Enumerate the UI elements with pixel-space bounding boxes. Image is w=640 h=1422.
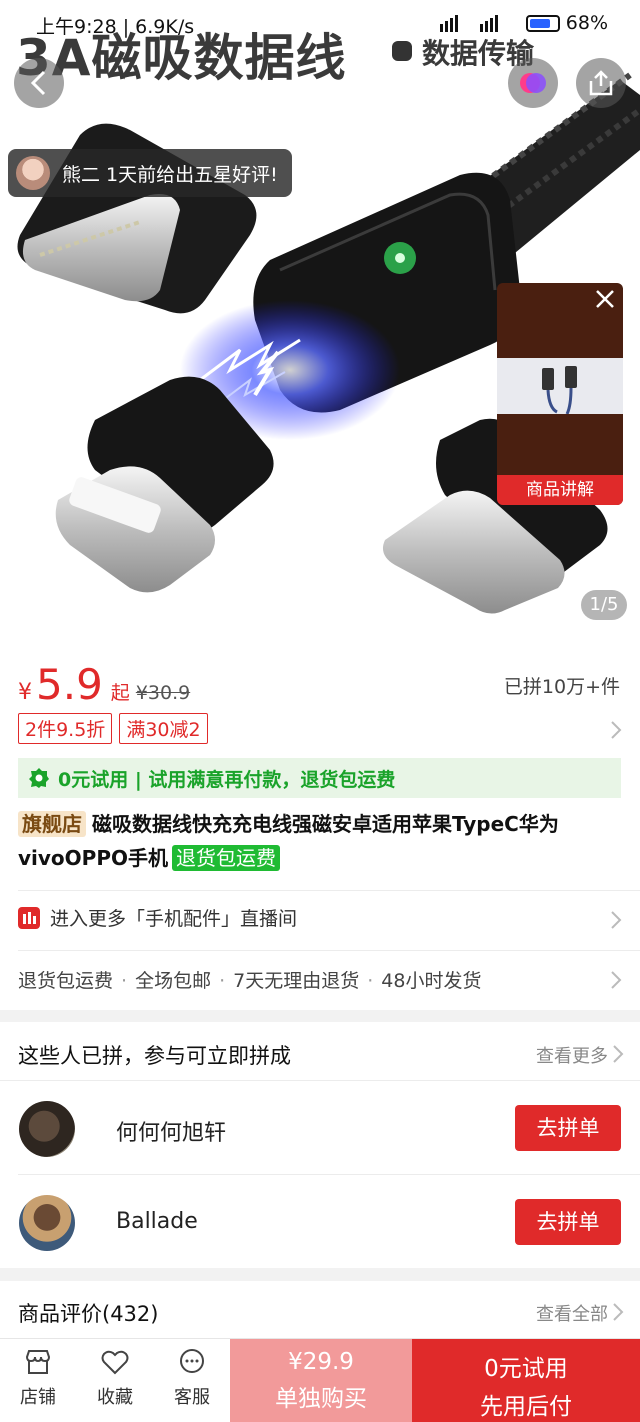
battery-icon [525,14,560,32]
favorite-label: 收藏 [97,1387,133,1408]
divider [18,1174,640,1175]
review-section[interactable]: 商品评价(432) 查看全部 [0,1281,640,1341]
video-thumbnail [497,358,623,415]
back-button[interactable] [14,58,64,108]
group-user-name: 何何何旭轩 [116,1121,227,1146]
status-right: 68% [439,12,608,34]
product-info-card: ¥ 5.9 起 ¥30.9 已拼10万+件 2件9.5折 满30减2 0元试用 … [0,640,640,1010]
discount-tags[interactable]: 2件9.5折 满30减2 [18,713,208,744]
status-bar: 上午9:28 | 6.9K/s 68% [0,12,640,42]
store-icon [25,1350,51,1374]
shop-button[interactable]: 店铺 [8,1347,68,1409]
customer-service-label: 客服 [174,1387,210,1408]
chevron-right-icon[interactable] [610,970,622,990]
heart-icon [101,1350,129,1375]
free-trial-label: 0元试用 [484,1356,568,1382]
chevron-left-icon [30,70,46,96]
view-all-reviews-link[interactable]: 查看全部 [536,1300,608,1326]
divider [18,950,640,951]
live-icon [18,906,40,929]
view-all-text: 查看全部 [536,1304,608,1325]
product-image-gallery[interactable]: 3A磁吸数据线 数据传输 上午9:28 | 6.9K/s 68% 熊二 1天前给… [0,0,640,640]
avatar [19,1195,75,1251]
avatar [19,1101,75,1157]
service-item: 48小时发货 [381,970,482,992]
free-return-tag: 退货包运费 [172,845,280,871]
badge-icon [29,768,49,788]
chevron-right-icon[interactable] [610,910,622,930]
live-room-link[interactable]: 进入更多「手机配件」直播间 [18,904,297,931]
group-row: Ballade 去拼单 [0,1176,640,1270]
free-trial-button[interactable]: 0元试用 先用后付 [412,1339,640,1422]
shop-label: 店铺 [20,1387,56,1408]
group-heading: 这些人已拼，参与可立即拼成 [18,1044,291,1068]
close-icon[interactable] [593,287,617,311]
product-title: 旗舰店 磁吸数据线快充充电线强磁安卓适用苹果TypeC华为vivoOPPO手机 退货… [18,807,624,875]
discount-tag[interactable]: 2件9.5折 [18,713,113,744]
group-user-name: Ballade [116,1209,198,1234]
video-label: 商品讲解 [497,475,623,505]
chevron-right-icon[interactable] [612,1044,624,1064]
assistant-button[interactable] [508,58,558,108]
share-icon [589,70,613,96]
review-heading: 商品评价(432) [18,1302,159,1326]
divider [18,890,640,891]
review-toast: 熊二 1天前给出五星好评! [8,149,292,197]
chevron-right-icon[interactable] [610,720,622,740]
free-trial-banner[interactable]: 0元试用 | 试用满意再付款，退货包运费 [18,758,621,798]
bullet-icon [392,41,412,61]
view-more-text: 查看更多 [536,1046,608,1067]
join-group-button[interactable]: 去拼单 [515,1199,621,1245]
service-guarantees[interactable]: 退货包运费 · 全场包邮 · 7天无理由退货 · 48小时发货 [18,966,481,993]
chat-icon [180,1349,204,1373]
customer-service-button[interactable]: 客服 [162,1347,222,1409]
review-toast-text: 熊二 1天前给出五星好评! [62,163,278,186]
bottom-action-bar: 店铺 收藏 客服 ¥29.9 单独购买 0元试用 先用后付 [0,1338,640,1422]
battery-level: 68% [565,12,608,34]
service-item: 7天无理由退货 [233,970,360,992]
price-value: 5.9 [36,660,103,709]
group-row: 何何何旭轩 去拼单 [0,1082,640,1176]
join-group-button[interactable]: 去拼单 [515,1105,621,1151]
group-buy-section: 这些人已拼，参与可立即拼成 查看更多 何何何旭轩 去拼单 Ballade 去拼单 [0,1022,640,1268]
view-more-link[interactable]: 查看更多 [536,1042,608,1068]
cable-thumbnail [542,366,577,415]
assistant-icon [520,73,546,93]
reviewer-avatar [16,156,50,190]
flagship-tag: 旗舰店 [18,811,86,837]
original-price: ¥30.9 [135,682,191,704]
video-explainer[interactable]: 商品讲解 [497,283,623,505]
sold-count: 已拼10万+件 [503,676,620,698]
page-indicator: 1/5 [581,590,627,620]
status-time-text: 上午9:28 [36,16,117,38]
service-item: 全场包邮 [135,970,212,992]
favorite-button[interactable]: 收藏 [85,1347,145,1409]
product-title-text: 磁吸数据线快充充电线强磁安卓适用苹果TypeC华为vivoOPPO手机 [18,812,559,870]
free-trial-text: 0元试用 | 试用满意再付款，退货包运费 [58,768,396,791]
buy-alone-button[interactable]: ¥29.9 单独购买 [230,1339,412,1422]
discount-tag[interactable]: 满30减2 [119,713,208,744]
chevron-right-icon[interactable] [612,1302,624,1322]
signal-icon [439,15,498,32]
service-item: 退货包运费 [18,970,114,992]
status-speed: 6.9K/s [135,16,195,38]
currency-symbol: ¥ [18,680,32,705]
divider [0,1080,640,1081]
buy-alone-label: 单独购买 [275,1386,367,1412]
price-from: 起 [110,682,130,704]
status-time: 上午9:28 | 6.9K/s [36,16,195,38]
share-button[interactable] [576,58,626,108]
price-row: ¥ 5.9 起 ¥30.9 [18,660,190,709]
live-room-text: 进入更多「手机配件」直播间 [50,908,298,930]
buy-alone-price: ¥29.9 [288,1349,354,1375]
pay-later-label: 先用后付 [480,1394,572,1420]
